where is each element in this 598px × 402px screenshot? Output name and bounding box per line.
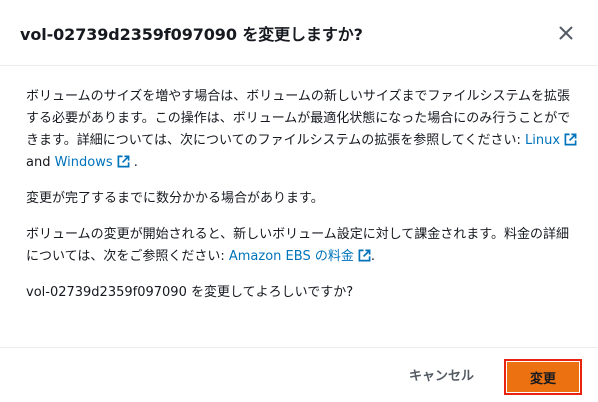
dialog-header: vol-02739d2359f097090 を変更しますか?	[0, 0, 598, 66]
ebs-pricing-link-label: Amazon EBS の料金	[228, 249, 354, 264]
modify-volume-dialog: vol-02739d2359f097090 を変更しますか? ボリュームのサイズ…	[0, 0, 598, 402]
external-link-icon	[117, 155, 130, 168]
dialog-footer: キャンセル 変更	[0, 347, 598, 402]
billing-period-text: .	[370, 249, 375, 264]
billing-paragraph: ボリュームの変更が開始されると、新しいボリューム設定に対して課金されます。料金の…	[26, 224, 578, 268]
cancel-button[interactable]: キャンセル	[395, 362, 488, 392]
period-text: .	[129, 155, 138, 170]
modify-button-highlight: 変更	[504, 359, 582, 395]
linux-link[interactable]: Linux	[525, 133, 577, 148]
filesystem-extend-paragraph: ボリュームのサイズを増やす場合は、ボリュームの新しいサイズまでファイルシステムを…	[26, 86, 578, 174]
windows-link[interactable]: Windows	[55, 155, 130, 170]
dialog-body: ボリュームのサイズを増やす場合は、ボリュームの新しいサイズまでファイルシステムを…	[26, 86, 578, 304]
close-icon	[559, 26, 573, 39]
and-text: and	[26, 155, 55, 170]
duration-paragraph: 変更が完了するまでに数分かかる場合があります。	[26, 191, 324, 206]
dialog-title: vol-02739d2359f097090 を変更しますか?	[20, 24, 363, 44]
external-link-icon	[358, 249, 371, 262]
windows-link-label: Windows	[54, 155, 113, 170]
modify-button[interactable]: 変更	[507, 362, 579, 392]
filesystem-extend-text: ボリュームのサイズを増やす場合は、ボリュームの新しいサイズまでファイルシステムを…	[26, 89, 571, 148]
external-link-icon	[564, 133, 577, 146]
close-button[interactable]	[555, 22, 577, 44]
linux-link-label: Linux	[525, 133, 561, 148]
confirmation-question: vol-02739d2359f097090 を変更してよろしいですか?	[26, 285, 354, 300]
ebs-pricing-link[interactable]: Amazon EBS の料金	[229, 249, 371, 264]
